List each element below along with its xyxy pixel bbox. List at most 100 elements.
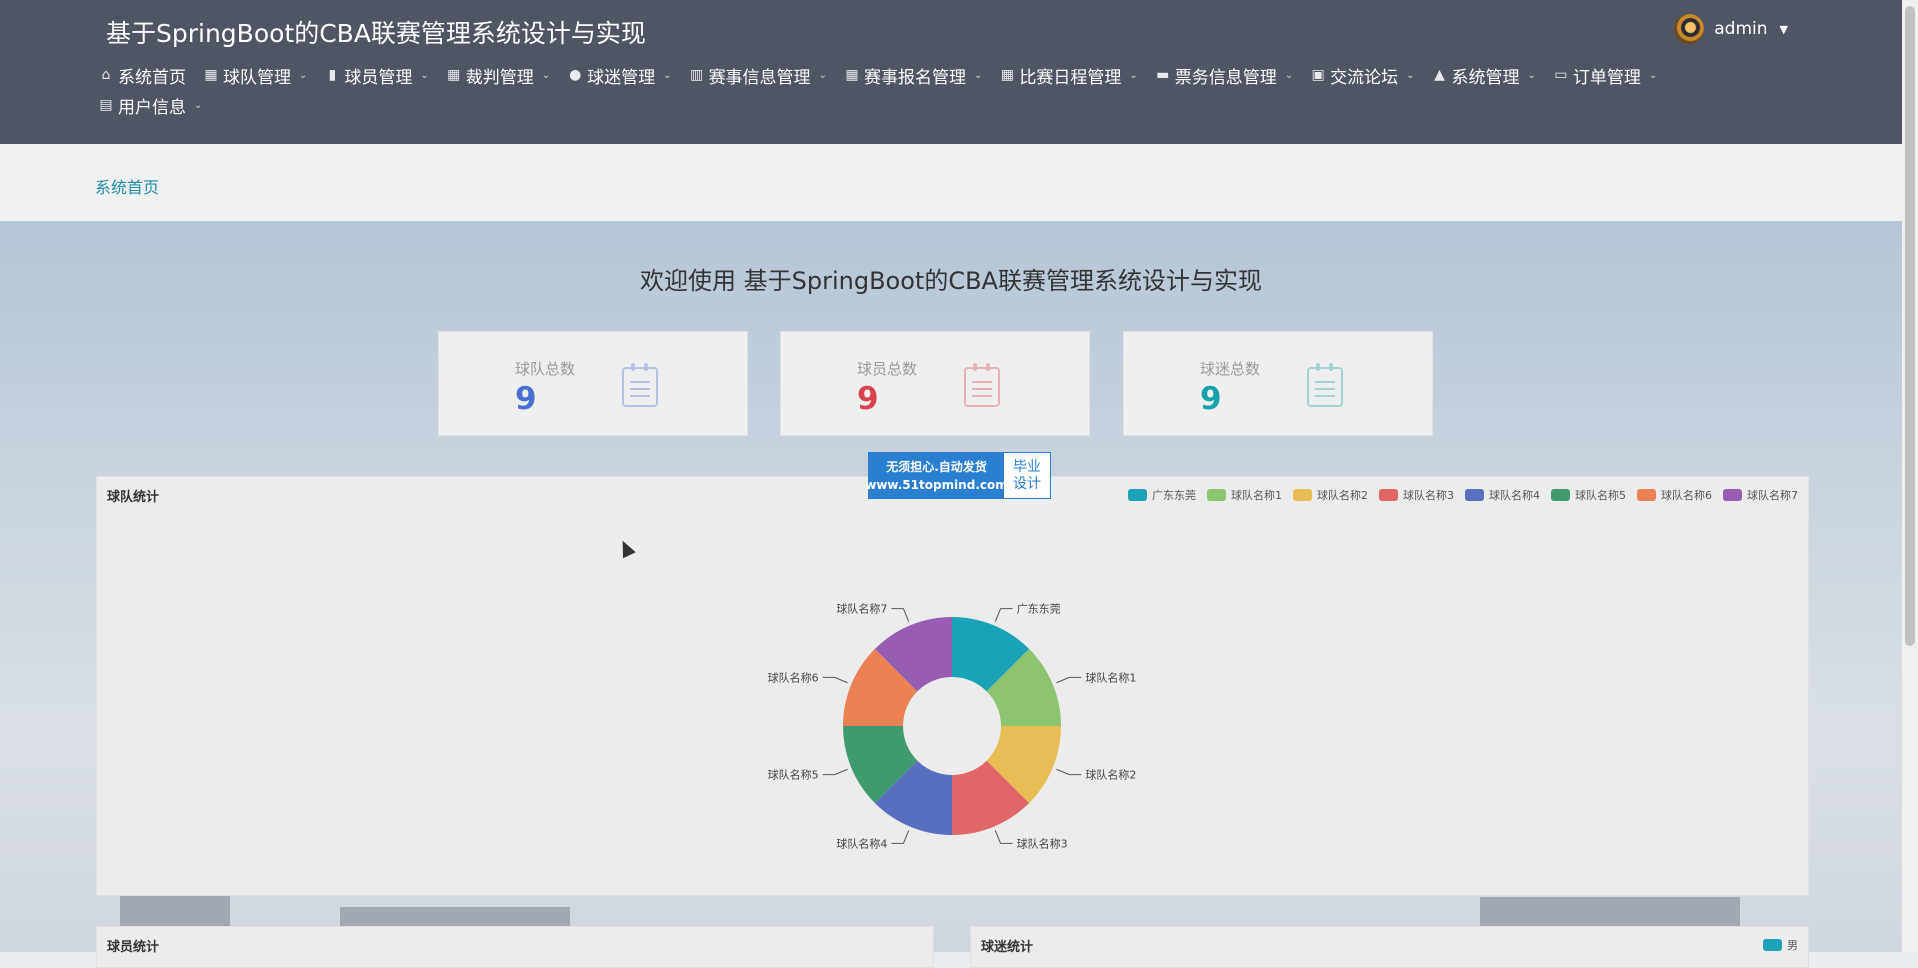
document-icon bbox=[1307, 363, 1343, 407]
legend-swatch bbox=[1763, 939, 1782, 951]
pie-label: 球队名称4 bbox=[836, 836, 887, 850]
nav-item-2[interactable]: ▮ 球员管理 ⌄ bbox=[324, 64, 429, 88]
chevron-down-icon: ⌄ bbox=[194, 99, 203, 111]
stat-value: 9 bbox=[1200, 381, 1222, 417]
chevron-down-icon: ⌄ bbox=[1129, 69, 1138, 81]
settings-icon: ▲ bbox=[1434, 67, 1445, 83]
welcome-heading: 欢迎使用 基于SpringBoot的CBA联赛管理系统设计与实现 bbox=[640, 267, 1262, 295]
monitor-icon: ▭ bbox=[1554, 67, 1568, 83]
ad-url: www.51topmind.com bbox=[865, 477, 1008, 492]
book-icon: ▮ bbox=[328, 67, 337, 83]
chevron-down-icon: ⌄ bbox=[663, 69, 672, 81]
stat-value: 9 bbox=[515, 381, 537, 417]
nav-label: 票务信息管理 bbox=[1174, 67, 1277, 88]
chevron-down-icon: ⌄ bbox=[1406, 69, 1415, 81]
grid-icon: ▦ bbox=[447, 67, 461, 83]
stat-value: 9 bbox=[857, 381, 879, 417]
nav-item-5[interactable]: ▥ 赛事信息管理 ⌄ bbox=[689, 64, 827, 88]
legend-item[interactable]: 男 bbox=[1763, 937, 1798, 953]
nav-label: 系统首页 bbox=[118, 67, 186, 88]
print-icon: ▣ bbox=[1311, 67, 1325, 83]
ad-banner[interactable]: 无须担心.自动发货 www.51topmind.com 毕业 设计 bbox=[865, 452, 1051, 499]
nav-item-8[interactable]: ▬ 票务信息管理 ⌄ bbox=[1155, 64, 1294, 88]
breadcrumb[interactable]: 系统首页 bbox=[95, 174, 159, 198]
chevron-down-icon: ⌄ bbox=[541, 69, 551, 81]
label-leader-line bbox=[891, 830, 910, 844]
chevron-down-icon: ⌄ bbox=[1648, 69, 1658, 81]
pie-label: 球队名称7 bbox=[836, 602, 887, 616]
ad-right-1: 毕业 bbox=[1013, 458, 1041, 475]
ad-right-2: 设计 bbox=[1013, 475, 1041, 492]
nav-label: 球队管理 bbox=[223, 67, 291, 88]
pie-label: 球队名称3 bbox=[1017, 836, 1068, 850]
caret-down-icon[interactable]: ▼ bbox=[1780, 23, 1788, 36]
avatar[interactable] bbox=[1674, 14, 1705, 44]
top-header: 基于SpringBoot的CBA联赛管理系统设计与实现 admin ▼ ⌂ 系统首… bbox=[0, 0, 1902, 144]
nav-item-9[interactable]: ▣ 交流论坛 ⌄ bbox=[1310, 64, 1415, 88]
nav-label: 裁判管理 bbox=[465, 67, 534, 88]
nav-item-12[interactable]: ▤ 用户信息 ⌄ bbox=[98, 94, 203, 118]
vertical-scrollbar[interactable] bbox=[1902, 0, 1918, 952]
legend-label: 男 bbox=[1787, 939, 1798, 952]
chevron-down-icon: ⌄ bbox=[818, 69, 827, 81]
user-menu[interactable]: admin ▼ bbox=[1674, 14, 1788, 44]
nav-label: 订单管理 bbox=[1572, 67, 1641, 88]
grid-icon: ▦ bbox=[845, 67, 859, 83]
pie-label: 广东东莞 bbox=[1017, 603, 1061, 616]
stat-label: 球队总数 bbox=[515, 360, 576, 378]
nav-label: 系统管理 bbox=[1451, 67, 1520, 88]
stat-card-players: 球员总数 9 bbox=[780, 331, 1090, 436]
nav-label: 球员管理 bbox=[344, 67, 413, 88]
label-leader-line bbox=[994, 608, 1013, 622]
scrollbar-thumb[interactable] bbox=[1905, 6, 1915, 646]
nav-label: 赛事信息管理 bbox=[708, 67, 811, 88]
nav-label: 球迷管理 bbox=[587, 67, 656, 88]
nav-item-3[interactable]: ▦ 裁判管理 ⌄ bbox=[446, 64, 551, 88]
stat-card-fans: 球迷总数 9 bbox=[1123, 331, 1433, 436]
chevron-down-icon: ⌄ bbox=[1284, 69, 1294, 81]
pie-label: 球队名称1 bbox=[1085, 670, 1136, 684]
nav-item-6[interactable]: ▦ 赛事报名管理 ⌄ bbox=[844, 64, 982, 88]
nav-item-7[interactable]: ▦ 比赛日程管理 ⌄ bbox=[999, 64, 1138, 88]
document-icon bbox=[622, 363, 658, 407]
label-leader-line bbox=[822, 676, 848, 684]
nav-item-4[interactable]: ● 球迷管理 ⌄ bbox=[567, 64, 672, 88]
team-pie-chart: 广东东莞球队名称1 球队名称2 球队名称3 球队名称4 球队名称5 球队名称6 球队名称7 bbox=[768, 602, 1137, 851]
nav-item-0[interactable]: ⌂ 系统首页 bbox=[98, 64, 186, 88]
fan-chart-panel: 球迷统计 男 bbox=[970, 926, 1809, 968]
main-nav: ⌂ 系统首页 ▦ 球队管理 ⌄ ▮ 球员管理 ⌄ ▦ 裁判管理 ⌄ ● 球迷管理 ⌄ ▥ 赛事信息管理 ⌄ ▦ 赛事… bbox=[98, 64, 1752, 118]
label-leader-line bbox=[1056, 768, 1082, 776]
ticket-icon: ▬ bbox=[1156, 67, 1170, 83]
chevron-down-icon: ⌄ bbox=[299, 69, 308, 81]
pie-label: 球队名称5 bbox=[768, 768, 819, 782]
grid-icon: ▦ bbox=[204, 67, 218, 83]
nav-item-1[interactable]: ▦ 球队管理 ⌄ bbox=[203, 64, 308, 88]
breadcrumb-bar: 系统首页 bbox=[0, 144, 1902, 221]
grid-icon: ▦ bbox=[1000, 67, 1014, 83]
ad-line-1: 无须担心.自动发货 bbox=[886, 459, 987, 474]
nav-label: 比赛日程管理 bbox=[1019, 67, 1122, 88]
pie-label: 球队名称2 bbox=[1085, 768, 1136, 782]
label-leader-line bbox=[822, 768, 848, 776]
document-icon bbox=[964, 363, 1000, 407]
home-icon: ⌂ bbox=[101, 67, 111, 83]
team-chart-panel: 球队统计 广东东莞 球队名称1 球队名称2 球队名称3 球队名称4 球队名称5 球队名称6 球… bbox=[96, 476, 1809, 896]
label-leader-line bbox=[891, 608, 910, 622]
nav-label: 交流论坛 bbox=[1330, 67, 1399, 88]
app-title: 基于SpringBoot的CBA联赛管理系统设计与实现 bbox=[106, 19, 646, 48]
user-icon: ● bbox=[569, 67, 582, 83]
player-chart-panel: 球员统计 bbox=[96, 926, 934, 968]
ad-left: 无须担心.自动发货 www.51topmind.com bbox=[865, 453, 1008, 498]
fan-chart-legend: 男 bbox=[1763, 937, 1798, 953]
nav-item-10[interactable]: ▲ 系统管理 ⌄ bbox=[1432, 64, 1536, 88]
label-leader-line bbox=[994, 830, 1013, 844]
nav-label: 用户信息 bbox=[118, 97, 186, 118]
bar-chart-icon: ▥ bbox=[689, 67, 704, 83]
label-leader-line bbox=[1056, 676, 1082, 684]
stat-card-teams: 球队总数 9 bbox=[438, 331, 748, 436]
pie-label: 球队名称6 bbox=[768, 670, 819, 684]
nav-item-11[interactable]: ▭ 订单管理 ⌄ bbox=[1553, 64, 1658, 88]
panel-title: 球员统计 bbox=[107, 940, 160, 955]
username[interactable]: admin bbox=[1714, 19, 1767, 39]
nav-label: 赛事报名管理 bbox=[863, 67, 966, 88]
